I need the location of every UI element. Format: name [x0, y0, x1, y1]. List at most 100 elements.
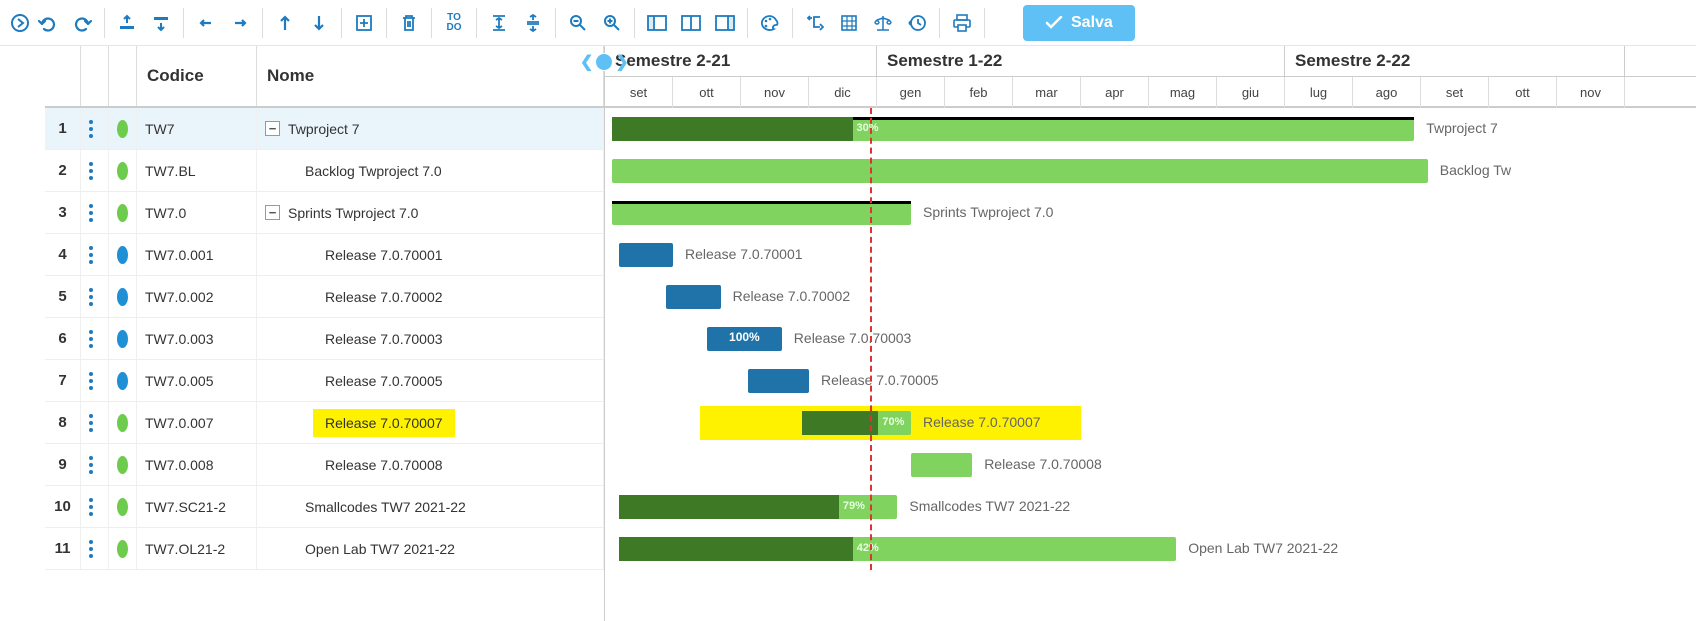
task-code[interactable]: TW7.0 — [137, 192, 257, 233]
status-dot[interactable] — [109, 360, 137, 401]
gantt-bar[interactable]: 100%Release 7.0.70003 — [707, 327, 782, 351]
redo-icon[interactable] — [68, 7, 96, 39]
table-row[interactable]: 6TW7.0.003Release 7.0.70003 — [45, 318, 604, 360]
table-row[interactable]: 7TW7.0.005Release 7.0.70005 — [45, 360, 604, 402]
gantt-bar[interactable]: Backlog Tw — [612, 159, 1428, 183]
table-row[interactable]: 9TW7.0.008Release 7.0.70008 — [45, 444, 604, 486]
status-dot[interactable] — [109, 150, 137, 191]
collapse-icon[interactable]: − — [265, 205, 280, 220]
row-menu-icon[interactable] — [81, 192, 109, 233]
splitter-grip-icon[interactable] — [595, 53, 613, 71]
layout-right-icon[interactable] — [711, 7, 739, 39]
task-name[interactable]: Open Lab TW7 2021-22 — [257, 528, 604, 569]
expand-panel-icon[interactable] — [6, 7, 34, 39]
task-code[interactable]: TW7.SC21-2 — [137, 486, 257, 527]
status-dot[interactable] — [109, 528, 137, 569]
row-menu-icon[interactable] — [81, 318, 109, 359]
task-name[interactable]: −Sprints Twproject 7.0 — [257, 192, 604, 233]
table-row[interactable]: 5TW7.0.002Release 7.0.70002 — [45, 276, 604, 318]
save-button[interactable]: Salva — [1023, 5, 1135, 41]
collapse-all-icon[interactable] — [485, 7, 513, 39]
task-code[interactable]: TW7 — [137, 108, 257, 149]
task-name[interactable]: Backlog Twproject 7.0 — [257, 150, 604, 191]
task-name[interactable]: Release 7.0.70002 — [257, 276, 604, 317]
task-name[interactable]: −Twproject 7 — [257, 108, 604, 149]
gantt-bar[interactable]: Release 7.0.70005 — [748, 369, 809, 393]
gantt-bar[interactable]: Sprints Twproject 7.0 — [612, 201, 911, 225]
status-dot[interactable] — [109, 402, 137, 443]
row-menu-icon[interactable] — [81, 150, 109, 191]
dependency-icon[interactable] — [801, 7, 829, 39]
status-dot[interactable] — [109, 318, 137, 359]
row-menu-icon[interactable] — [81, 486, 109, 527]
status-dot[interactable] — [109, 276, 137, 317]
task-code[interactable]: TW7.0.002 — [137, 276, 257, 317]
task-code[interactable]: TW7.0.005 — [137, 360, 257, 401]
task-name[interactable]: Smallcodes TW7 2021-22 — [257, 486, 604, 527]
status-dot[interactable] — [109, 192, 137, 233]
task-name[interactable]: Release 7.0.70007 — [257, 402, 604, 443]
status-dot[interactable] — [109, 234, 137, 275]
row-menu-icon[interactable] — [81, 234, 109, 275]
row-menu-icon[interactable] — [81, 276, 109, 317]
table-row[interactable]: 4TW7.0.001Release 7.0.70001 — [45, 234, 604, 276]
expand-all-icon[interactable] — [519, 7, 547, 39]
gantt-bar[interactable]: Release 7.0.70001 — [619, 243, 673, 267]
row-menu-icon[interactable] — [81, 360, 109, 401]
indent-icon[interactable] — [226, 7, 254, 39]
table-row[interactable]: 3TW7.0−Sprints Twproject 7.0 — [45, 192, 604, 234]
status-dot[interactable] — [109, 108, 137, 149]
row-menu-icon[interactable] — [81, 402, 109, 443]
layout-split-icon[interactable] — [677, 7, 705, 39]
add-resource-icon[interactable] — [350, 7, 378, 39]
todo-icon[interactable]: TODO — [440, 7, 468, 39]
row-menu-icon[interactable] — [81, 444, 109, 485]
undo-icon[interactable] — [34, 7, 62, 39]
layout-left-icon[interactable] — [643, 7, 671, 39]
zoom-out-icon[interactable] — [564, 7, 592, 39]
task-code[interactable]: TW7.0.001 — [137, 234, 257, 275]
gantt-bar[interactable]: Release 7.0.70008 — [911, 453, 972, 477]
palette-icon[interactable] — [756, 7, 784, 39]
balance-icon[interactable] — [869, 7, 897, 39]
task-code[interactable]: TW7.0.007 — [137, 402, 257, 443]
task-code[interactable]: TW7.OL21-2 — [137, 528, 257, 569]
header-code[interactable]: Codice — [137, 46, 257, 106]
outdent-icon[interactable] — [192, 7, 220, 39]
row-menu-icon[interactable] — [81, 108, 109, 149]
table-row[interactable]: 11TW7.OL21-2Open Lab TW7 2021-22 — [45, 528, 604, 570]
task-code[interactable]: TW7.0.003 — [137, 318, 257, 359]
task-name[interactable]: Release 7.0.70001 — [257, 234, 604, 275]
gantt-bar[interactable]: 70%Release 7.0.70007 — [802, 411, 911, 435]
header-name[interactable]: Nome — [257, 46, 604, 106]
grid-icon[interactable] — [835, 7, 863, 39]
gantt-bar[interactable]: 79%Smallcodes TW7 2021-22 — [619, 495, 898, 519]
delete-icon[interactable] — [395, 7, 423, 39]
gantt-bar[interactable]: 30%Twproject 7 — [612, 117, 1414, 141]
table-row[interactable]: 1TW7−Twproject 7 — [45, 108, 604, 150]
status-dot[interactable] — [109, 486, 137, 527]
gantt-bar[interactable]: 42%Open Lab TW7 2021-22 — [619, 537, 1177, 561]
task-code[interactable]: TW7.0.008 — [137, 444, 257, 485]
gantt-bar[interactable]: Release 7.0.70002 — [666, 285, 720, 309]
task-name[interactable]: Release 7.0.70003 — [257, 318, 604, 359]
collapse-icon[interactable]: − — [265, 121, 280, 136]
table-row[interactable]: 2TW7.BLBacklog Twproject 7.0 — [45, 150, 604, 192]
splitter-handle[interactable]: ❮ ❯ — [580, 46, 640, 77]
splitter-right-icon[interactable]: ❯ — [615, 52, 628, 72]
task-name[interactable]: Release 7.0.70005 — [257, 360, 604, 401]
insert-above-icon[interactable] — [113, 7, 141, 39]
task-name[interactable]: Release 7.0.70008 — [257, 444, 604, 485]
status-dot[interactable] — [109, 444, 137, 485]
insert-below-icon[interactable] — [147, 7, 175, 39]
row-menu-icon[interactable] — [81, 528, 109, 569]
splitter-left-icon[interactable]: ❮ — [580, 52, 593, 72]
move-up-icon[interactable] — [271, 7, 299, 39]
history-icon[interactable] — [903, 7, 931, 39]
zoom-in-icon[interactable] — [598, 7, 626, 39]
move-down-icon[interactable] — [305, 7, 333, 39]
task-code[interactable]: TW7.BL — [137, 150, 257, 191]
table-row[interactable]: 10TW7.SC21-2Smallcodes TW7 2021-22 — [45, 486, 604, 528]
table-row[interactable]: 8TW7.0.007Release 7.0.70007 — [45, 402, 604, 444]
print-icon[interactable] — [948, 7, 976, 39]
